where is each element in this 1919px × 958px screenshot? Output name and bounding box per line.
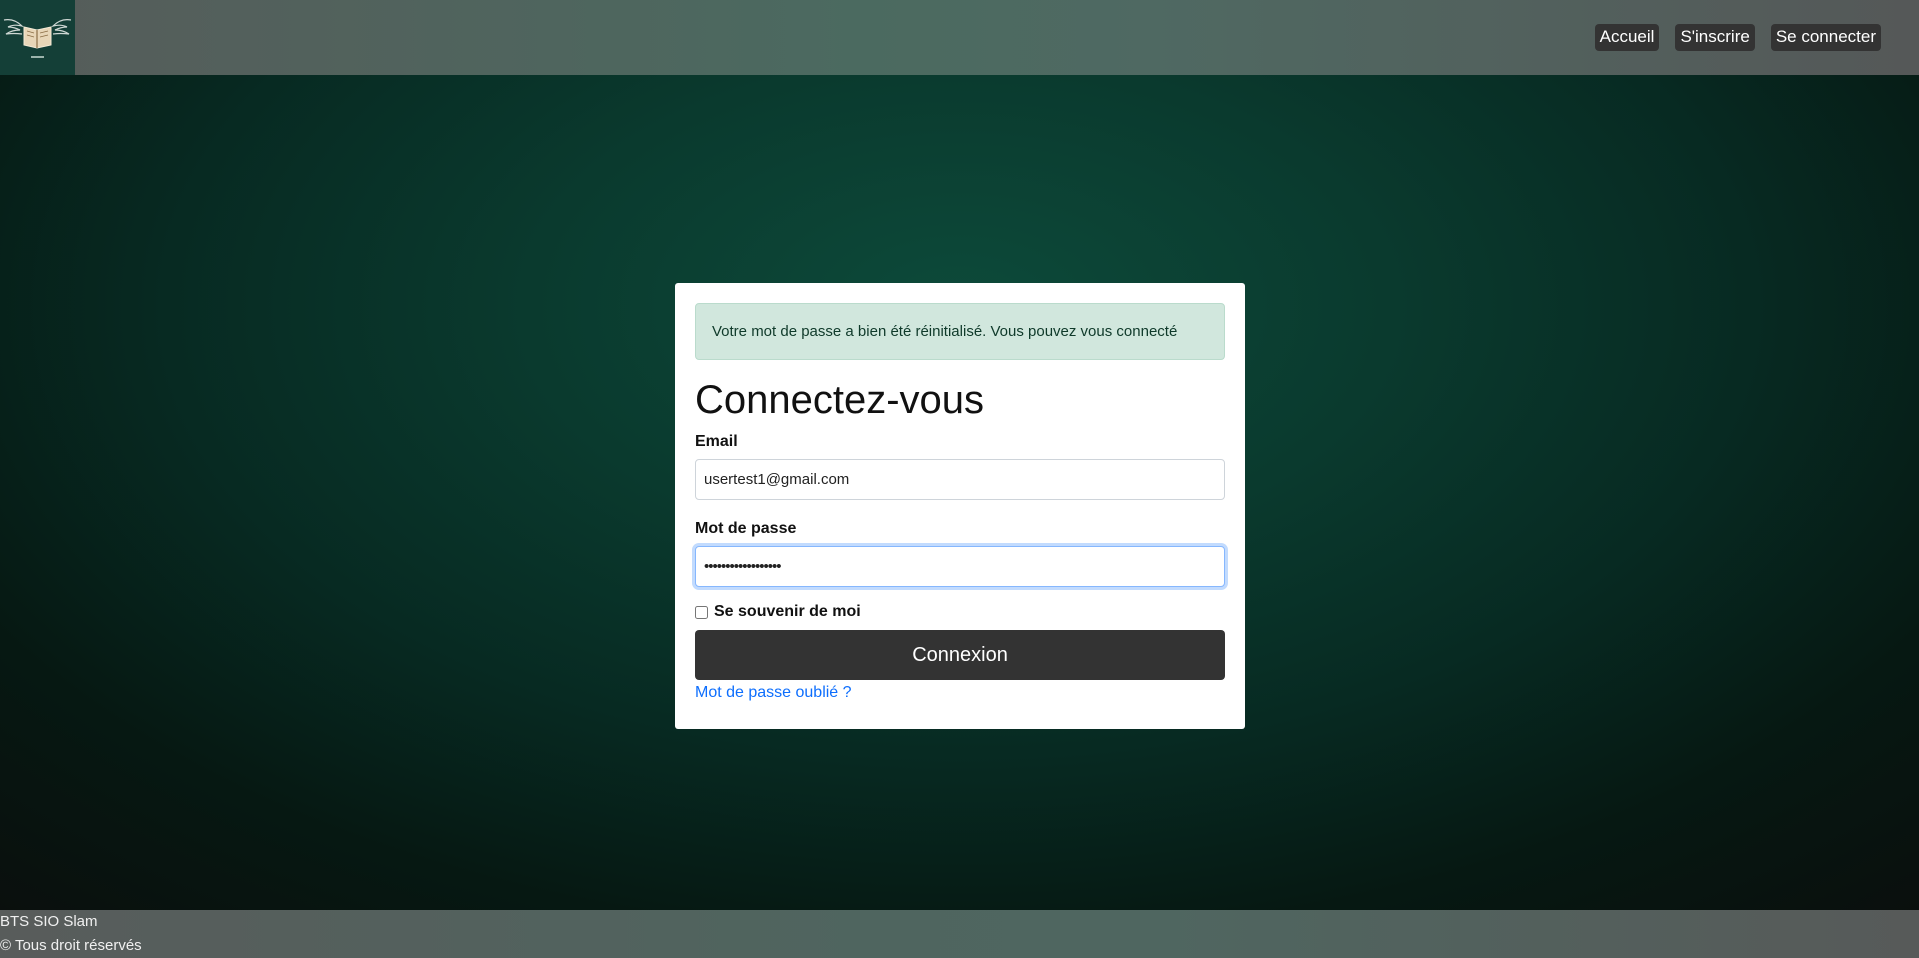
site-logo[interactable] <box>0 0 75 75</box>
success-alert: Votre mot de passe a bien été réinitiali… <box>695 303 1225 360</box>
password-label: Mot de passe <box>695 520 797 537</box>
top-navbar: Accueil S'inscrire Se connecter <box>0 0 1919 75</box>
book-wings-logo-icon <box>3 19 72 58</box>
nav-accueil-link[interactable]: Accueil <box>1594 24 1660 51</box>
footer-line-1: BTS SIO Slam <box>0 913 98 930</box>
login-card: Votre mot de passe a bien été réinitiali… <box>675 283 1245 729</box>
email-field[interactable] <box>695 459 1225 500</box>
remember-me-label: Se souvenir de moi <box>714 603 861 620</box>
forgot-password-link[interactable]: Mot de passe oublié ? <box>695 684 852 702</box>
nav-sinscrire-link[interactable]: S'inscrire <box>1675 24 1755 51</box>
password-field[interactable] <box>695 546 1225 587</box>
page-title: Connectez-vous <box>695 378 985 422</box>
main-nav: Accueil S'inscrire Se connecter <box>1594 24 1881 51</box>
footer-copyright: © Tous droit réservés <box>0 937 142 954</box>
nav-se-connecter-link[interactable]: Se connecter <box>1770 24 1881 51</box>
remember-me-row: Se souvenir de moi <box>695 603 1225 621</box>
footer: BTS SIO Slam © Tous droit réservés <box>0 910 1919 958</box>
email-label: Email <box>695 433 738 450</box>
login-button[interactable]: Connexion <box>695 630 1225 680</box>
remember-me-checkbox[interactable] <box>695 605 708 619</box>
